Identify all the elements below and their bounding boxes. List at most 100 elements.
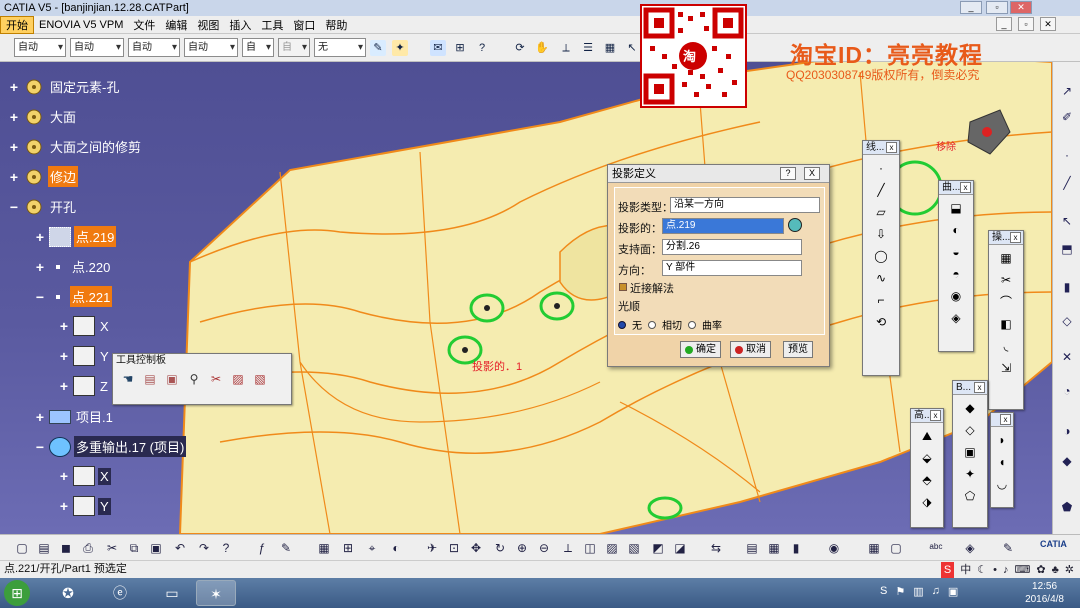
normal-view-icon[interactable]: ⟂ (560, 540, 576, 556)
grid-view-icon[interactable]: ▦ (866, 540, 882, 556)
formula-icon[interactable]: ƒ (254, 540, 270, 556)
skin-icon[interactable]: ✿ (1036, 562, 1045, 579)
table-icon[interactable]: ▦ (316, 540, 332, 556)
keyboard-icon[interactable]: ⌨ (1014, 562, 1030, 579)
dialog-help-button[interactable]: ? (780, 167, 796, 180)
expand-icon[interactable]: + (34, 230, 46, 244)
projection-type-select[interactable]: 沿某一方向 (670, 197, 820, 213)
warp-tool-icon[interactable]: ◗ (992, 431, 1012, 449)
pin-tool-icon[interactable]: ✂ (207, 372, 225, 390)
camera-icon[interactable]: ◉ (826, 540, 842, 556)
menu-help[interactable]: 帮助 (320, 17, 352, 33)
tray-s-icon[interactable]: S (880, 585, 887, 598)
combo-4[interactable]: 自动 (184, 38, 238, 57)
zoom-in-icon[interactable]: ⊕ (514, 540, 530, 556)
menu-tools[interactable]: 工具 (256, 17, 288, 33)
cancel-button[interactable]: 取消 (730, 341, 771, 358)
remove-tool-icon[interactable]: ◇ (960, 421, 980, 439)
blend-surface-icon[interactable]: ◈ (946, 309, 966, 327)
doc-minimize-button[interactable]: _ (996, 17, 1012, 31)
wrap-tool-icon[interactable]: ⬙ (917, 449, 937, 467)
axis-icon[interactable]: ⟂ (558, 40, 574, 56)
shell-icon[interactable]: ◑ (1058, 422, 1076, 440)
copy-icon[interactable]: ⧉ (126, 540, 142, 556)
stretch-tool-icon[interactable]: ◡ (992, 475, 1012, 493)
sweep-surface-icon[interactable]: ◒ (946, 243, 966, 261)
brush-icon[interactable]: ✎ (370, 40, 386, 56)
feature-icon[interactable]: ⬟ (1058, 498, 1076, 516)
selection-icon[interactable] (788, 218, 802, 232)
open-icon[interactable]: ▤ (36, 540, 52, 556)
collapse-icon[interactable]: − (34, 440, 46, 454)
tray-window-icon[interactable]: ▣ (948, 585, 958, 598)
trim-tool-icon[interactable]: ⌒ (996, 293, 1016, 311)
combo-6[interactable]: 自 (278, 38, 310, 57)
tree-node-trim[interactable]: + 大面之间的修剪 (8, 136, 143, 157)
plane-icon[interactable]: ◇ (1058, 312, 1076, 330)
circle-tool-icon[interactable]: ◯ (871, 247, 891, 265)
menu-view[interactable]: 视图 (192, 17, 224, 33)
close-button[interactable]: ✕ (1010, 1, 1032, 14)
offset-surface-icon[interactable]: ◉ (946, 287, 966, 305)
search-tool-icon[interactable]: ⚲ (185, 372, 203, 390)
close-icon[interactable]: x (1000, 414, 1011, 425)
sketch-icon[interactable]: ✐ (1058, 108, 1076, 126)
shading-icon[interactable]: ▨ (604, 540, 620, 556)
comment-icon[interactable]: ✎ (278, 540, 294, 556)
axis-system-icon[interactable]: ⇆ (708, 540, 724, 556)
pointer-icon[interactable]: ↖ (624, 40, 640, 56)
mic-icon[interactable]: ♪ (1003, 562, 1009, 579)
transform-tool-icon[interactable]: ⇲ (996, 359, 1016, 377)
grid-select-icon[interactable]: ⊞ (452, 40, 468, 56)
combo-1[interactable]: 自动 (14, 38, 66, 57)
tree-node-trim-edge[interactable]: + 修边 (8, 166, 79, 187)
close-icon[interactable]: x (886, 142, 897, 153)
expand-icon[interactable]: + (34, 410, 46, 424)
plane-tool-icon[interactable]: ▱ (871, 203, 891, 221)
list-icon[interactable]: ☰ (580, 40, 596, 56)
help-pointer-icon[interactable]: ? (474, 40, 490, 56)
twist-tool-icon[interactable]: ◖ (992, 453, 1012, 471)
fill-surface-icon[interactable]: ◓ (946, 265, 966, 283)
whats-this-icon[interactable]: ? (218, 540, 234, 556)
minimize-button[interactable]: _ (960, 1, 982, 14)
point-tool-icon[interactable]: · (871, 159, 891, 177)
expand-icon[interactable]: + (58, 379, 70, 393)
measure-icon[interactable]: ⌖ (364, 540, 380, 556)
menu-start[interactable]: 开始 (0, 15, 34, 34)
doc-close-button[interactable]: ✕ (1040, 17, 1056, 31)
arrow-icon[interactable]: ↗ (1058, 82, 1076, 100)
window-icon[interactable]: ▢ (888, 540, 904, 556)
tray-flag-icon[interactable]: ⚑ (895, 585, 905, 598)
fillet-icon[interactable]: ◔ (1058, 382, 1076, 400)
tree-node-project-1[interactable]: + 项目.1 (34, 406, 115, 427)
abc-icon[interactable]: ᵃᵇᶜ (928, 540, 944, 556)
ok-button[interactable]: 确定 (680, 341, 721, 358)
expand-icon[interactable]: + (8, 170, 20, 184)
app-360-icon[interactable]: ✪ (48, 580, 88, 606)
revolve-surface-icon[interactable]: ◐ (946, 221, 966, 239)
restore-button[interactable]: ▫ (986, 1, 1008, 14)
radio-tangent[interactable] (648, 320, 656, 329)
menu-insert[interactable]: 插入 (224, 17, 256, 33)
dot-icon[interactable]: • (993, 562, 997, 579)
properties-icon[interactable]: ▦ (766, 540, 782, 556)
expand-icon[interactable]: + (58, 469, 70, 483)
folder-tool-icon[interactable]: ▤ (141, 372, 159, 390)
tree-node-z[interactable]: + Z (58, 376, 110, 396)
render-icon[interactable]: ◩ (650, 540, 666, 556)
combo-2[interactable]: 自动 (70, 38, 124, 57)
axis-x-icon[interactable]: ✕ (1058, 348, 1076, 366)
intersect-tool-icon[interactable]: ▣ (960, 443, 980, 461)
paste-icon[interactable]: ▣ (148, 540, 164, 556)
collapse-icon[interactable]: − (8, 200, 20, 214)
tree-node-y[interactable]: + Y (58, 346, 111, 366)
edges-icon[interactable]: ▧ (626, 540, 642, 556)
pan-icon[interactable]: ✥ (468, 540, 484, 556)
rotate-icon[interactable]: ⟳ (512, 40, 528, 56)
image-tool-icon[interactable]: ▨ (229, 372, 247, 390)
tray-volume-icon[interactable]: ♫ (932, 585, 940, 598)
clock[interactable]: 12:56 2016/4/8 (1025, 580, 1064, 606)
tree-node-point-219[interactable]: + 点.219 (34, 226, 117, 247)
hide-icon[interactable]: ◐ (388, 540, 404, 556)
